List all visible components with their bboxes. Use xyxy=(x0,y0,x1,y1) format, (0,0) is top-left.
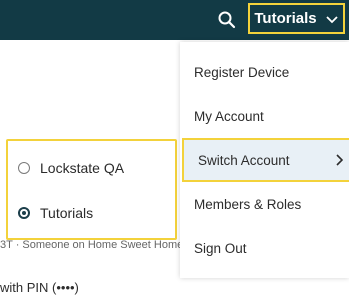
search-icon[interactable] xyxy=(217,10,237,30)
app-frame: Tutorials 3T · Someone on Home Sweet Hom… xyxy=(0,0,349,298)
menu-item-label: Switch Account xyxy=(198,152,290,168)
menu-item-switch-account[interactable]: Switch Account xyxy=(182,138,349,182)
account-option-label: Lockstate QA xyxy=(40,160,125,176)
chevron-right-icon xyxy=(336,154,343,166)
menu-item-sign-out[interactable]: Sign Out xyxy=(180,226,349,270)
pin-text: with PIN (••••) xyxy=(0,280,79,295)
account-option-label: Tutorials xyxy=(40,205,94,221)
menu-item-register-device[interactable]: Register Device xyxy=(180,50,349,94)
account-menu-label: Tutorials xyxy=(254,10,317,27)
radio-checked-icon[interactable] xyxy=(18,207,30,219)
menu-item-members-roles[interactable]: Members & Roles xyxy=(180,182,349,226)
menu-item-label: Sign Out xyxy=(194,240,247,256)
menu-item-my-account[interactable]: My Account xyxy=(180,94,349,138)
account-option-tutorials[interactable]: Tutorials xyxy=(18,205,93,221)
menu-item-label: Members & Roles xyxy=(194,196,302,212)
account-option-lockstate-qa[interactable]: Lockstate QA xyxy=(18,160,124,176)
device-activity-text: 3T · Someone on Home Sweet Home xyxy=(0,239,184,251)
menu-item-label: My Account xyxy=(194,108,264,124)
account-menu-button[interactable]: Tutorials xyxy=(248,3,345,34)
chevron-down-icon xyxy=(325,15,338,23)
account-dropdown-menu: Register Device My Account Switch Accoun… xyxy=(180,42,349,278)
radio-unchecked-icon[interactable] xyxy=(18,162,30,174)
menu-item-label: Register Device xyxy=(194,64,290,80)
top-navigation-bar: Tutorials xyxy=(0,0,349,40)
account-switcher-panel: Lockstate QA Tutorials xyxy=(6,139,177,240)
